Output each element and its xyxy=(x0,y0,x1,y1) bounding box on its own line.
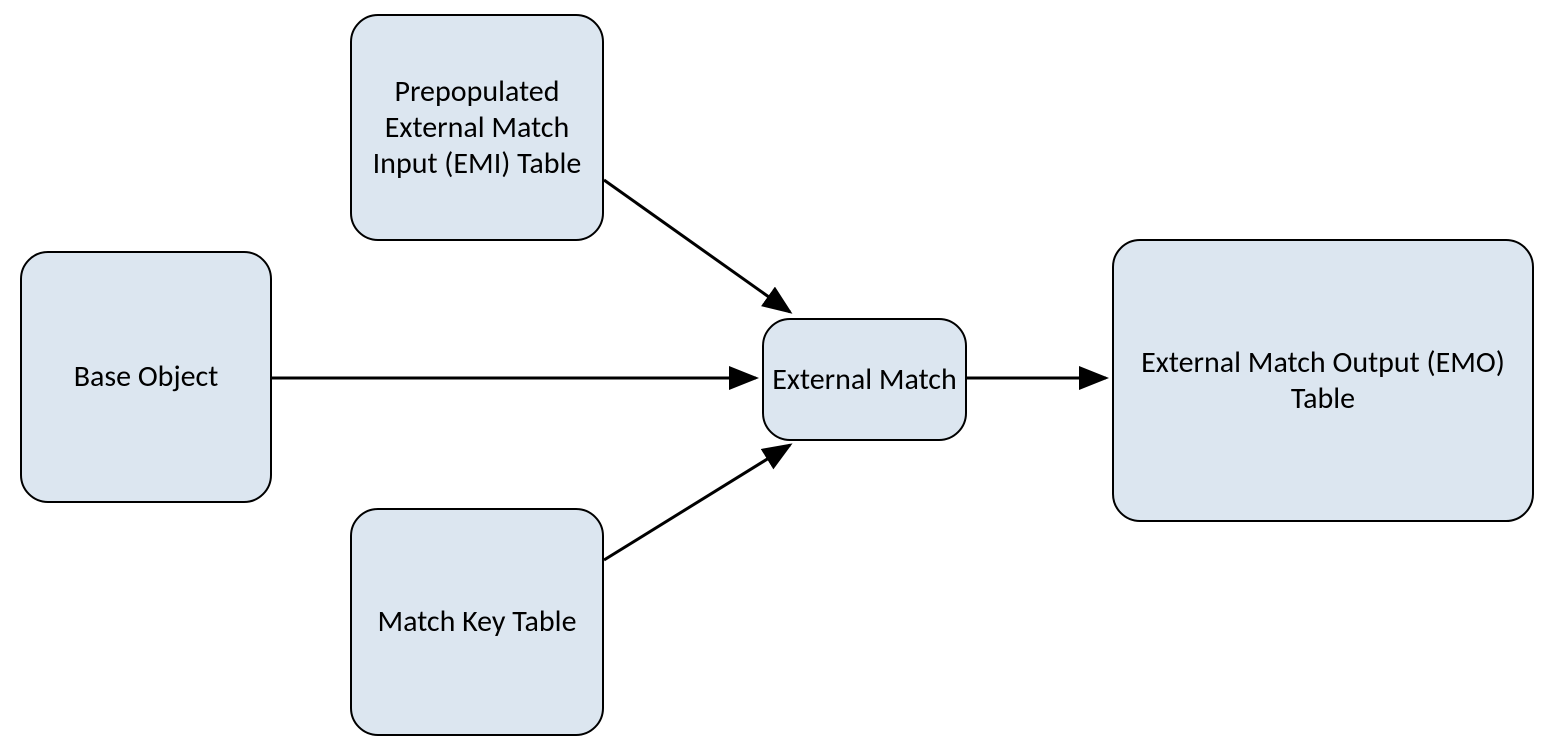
base-object-label: Base Object xyxy=(66,351,227,403)
base-object-node: Base Object xyxy=(20,251,272,503)
match-key-table-label: Match Key Table xyxy=(369,596,584,648)
emo-table-label: External Match Output (EMO) Table xyxy=(1114,337,1532,425)
emo-table-node: External Match Output (EMO) Table xyxy=(1112,239,1534,522)
external-match-label: External Match xyxy=(764,354,965,406)
arrow-matchkey-to-match xyxy=(604,445,790,560)
emi-table-node: Prepopulated External Match Input (EMI) … xyxy=(350,14,604,241)
external-match-node: External Match xyxy=(762,318,967,441)
match-key-table-node: Match Key Table xyxy=(350,508,604,736)
arrow-emi-to-match xyxy=(604,180,790,312)
emi-table-label: Prepopulated External Match Input (EMI) … xyxy=(352,66,602,190)
